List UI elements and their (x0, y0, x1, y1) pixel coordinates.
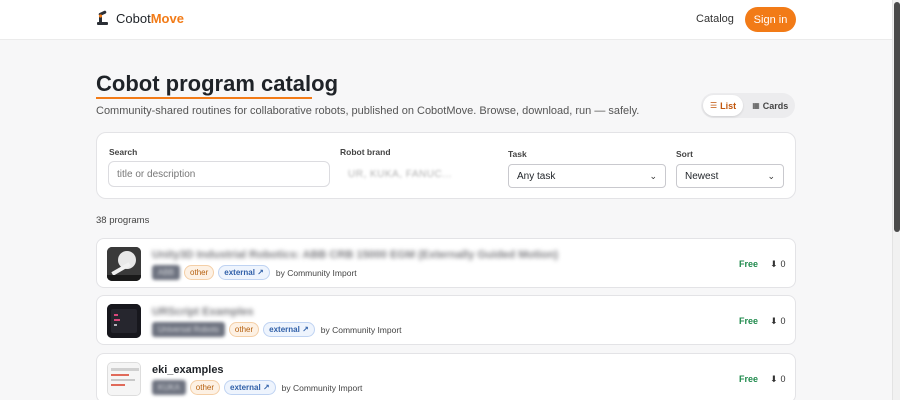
filter-panel: Search title or description Robot brand … (96, 132, 796, 199)
brand-tag: KUKA (152, 380, 186, 395)
program-tags: KUKA other external ↗ by Community Impor… (152, 380, 362, 395)
brand-tag: Universal Robots (152, 322, 225, 337)
category-tag: other (189, 380, 221, 395)
download-icon: ⬇ (770, 259, 778, 269)
page-scrollbar[interactable] (892, 0, 900, 400)
program-thumbnail (107, 304, 141, 338)
program-title[interactable]: URScript Examples (152, 306, 253, 318)
grid-icon: ▦ (752, 101, 760, 110)
program-tags: ABB other external ↗ by Community Import (152, 265, 357, 280)
chevron-down-icon: ⌄ (649, 170, 657, 181)
brand-tag: ABB (152, 265, 181, 280)
program-row[interactable]: URScript Examples Universal Robots other… (96, 295, 796, 345)
brand-logo[interactable]: CobotMove (96, 10, 184, 26)
robot-brand-input[interactable]: UR, KUKA, FANUC... (340, 161, 500, 187)
program-row[interactable]: Unity3D Industrial Robotics: ABB CRB 150… (96, 238, 796, 288)
sort-label: Sort (676, 149, 693, 159)
price-label: Free (739, 259, 759, 269)
category-tag: other (184, 265, 215, 280)
price-label: Free (739, 316, 759, 326)
program-author: by Community Import (281, 382, 363, 393)
program-title[interactable]: Unity3D Industrial Robotics: ABB CRB 150… (152, 249, 558, 261)
download-icon: ⬇ (770, 374, 778, 384)
top-navbar: CobotMove Catalog Sign in (0, 0, 892, 40)
cards-view-button[interactable]: ▦ Cards (745, 95, 795, 116)
download-count: ⬇ 0 (770, 316, 786, 326)
external-tag[interactable]: external ↗ (263, 322, 315, 337)
download-count: ⬇ 0 (770, 259, 786, 269)
program-author: by Community Import (275, 267, 357, 278)
page-subtitle: Community-shared routines for collaborat… (96, 105, 640, 117)
search-input[interactable]: title or description (108, 161, 330, 187)
program-thumbnail (107, 362, 141, 396)
price-label: Free (739, 374, 759, 384)
list-icon: ☰ (710, 101, 718, 110)
search-label: Search (109, 147, 138, 157)
title-underline (96, 97, 312, 99)
scrollbar-thumb[interactable] (894, 2, 900, 232)
sort-select[interactable]: Newest ⌄ (676, 164, 784, 188)
robot-brand-label: Robot brand (340, 147, 391, 157)
external-tag[interactable]: external ↗ (224, 380, 276, 395)
category-tag: other (228, 322, 260, 337)
nav-catalog-link[interactable]: Catalog (696, 13, 734, 25)
chevron-down-icon: ⌄ (767, 170, 775, 181)
program-row[interactable]: eki_examples KUKA other external ↗ by Co… (96, 353, 796, 400)
list-view-button[interactable]: ☰ List (703, 95, 744, 116)
task-label: Task (508, 149, 527, 159)
program-tags: Universal Robots other external ↗ by Com… (152, 322, 402, 337)
brand-name: CobotMove (116, 10, 184, 26)
program-count: 38 programs (96, 215, 150, 226)
robot-arm-icon (97, 10, 108, 25)
page-title: Cobot program catalog (96, 71, 339, 96)
sign-in-button[interactable]: Sign in (745, 7, 796, 32)
program-author: by Community Import (320, 324, 402, 335)
view-toggle: ☰ List ▦ Cards (701, 93, 795, 118)
download-icon: ⬇ (770, 316, 778, 326)
program-title[interactable]: eki_examples (152, 364, 224, 376)
external-tag[interactable]: external ↗ (218, 265, 270, 280)
task-select[interactable]: Any task ⌄ (508, 164, 666, 188)
program-thumbnail (107, 247, 141, 281)
download-count: ⬇ 0 (770, 374, 786, 384)
